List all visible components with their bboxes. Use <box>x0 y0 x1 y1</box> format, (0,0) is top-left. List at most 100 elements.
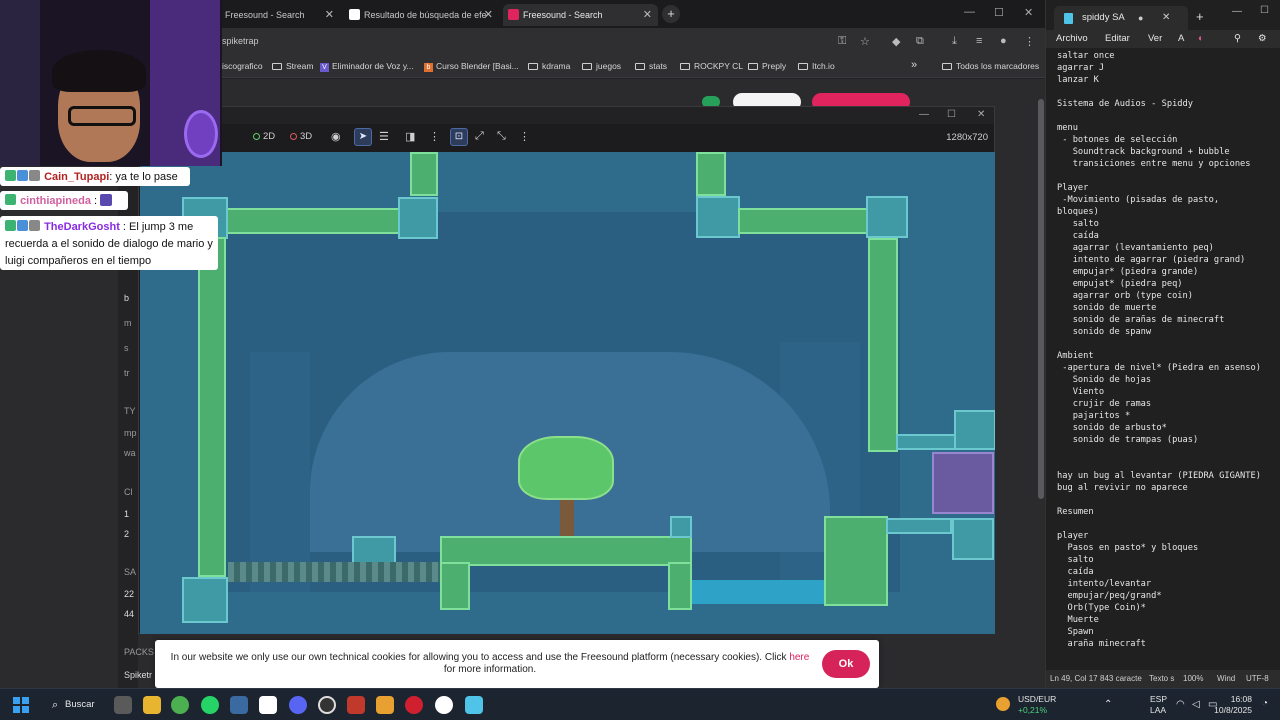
view-3d-button[interactable]: 3D <box>290 131 312 142</box>
maximize-icon[interactable]: ☐ <box>947 109 956 120</box>
menu-editar[interactable]: Editar <box>1105 33 1130 44</box>
new-tab-button[interactable]: + <box>662 5 680 23</box>
minimize-icon[interactable]: — <box>1232 6 1242 17</box>
chat-text: : ya te lo pase <box>109 171 178 183</box>
notepad-line: player <box>1057 531 1089 541</box>
menu-archivo[interactable]: Archivo <box>1056 33 1088 44</box>
expand-icon[interactable]: ⤢ <box>475 130 484 143</box>
media-icon[interactable]: ≡ <box>976 35 982 47</box>
page-scrollbar[interactable] <box>1037 79 1045 688</box>
chrome-icon[interactable] <box>171 696 189 714</box>
minimize-icon[interactable]: — <box>964 6 975 18</box>
download-icon[interactable]: ⤓ <box>952 35 957 48</box>
currency-widget[interactable]: USD/EUR +0,21% <box>1018 694 1056 716</box>
bookmark[interactable]: Stream <box>272 61 313 71</box>
list-icon[interactable]: ☰ <box>379 130 389 143</box>
key-icon[interactable]: ⚿ <box>838 35 846 48</box>
more-icon[interactable]: ⋮ <box>519 130 530 143</box>
bookmark[interactable]: Itch.io <box>798 61 835 71</box>
camera-icon[interactable]: ◨ <box>405 130 415 143</box>
maximize-icon[interactable]: ☐ <box>994 6 1004 19</box>
grass-block <box>668 562 692 610</box>
close-icon[interactable]: ✕ <box>977 109 985 120</box>
maximize-icon[interactable]: ☐ <box>1260 5 1269 16</box>
language-indicator[interactable]: ESP LAA <box>1150 694 1167 716</box>
font-icon[interactable]: A <box>1178 33 1184 44</box>
windows-start-icon[interactable] <box>13 697 29 713</box>
extension-icon[interactable]: ◆ <box>892 35 900 48</box>
bookmark[interactable]: iscografico <box>222 61 263 71</box>
voicemod-icon[interactable] <box>347 696 365 714</box>
more-icon[interactable]: ⋮ <box>429 130 440 143</box>
fullscreen-icon[interactable]: ⤡ <box>497 130 506 143</box>
bookmark[interactable]: stats <box>635 61 667 71</box>
close-icon[interactable]: ✕ <box>484 4 493 26</box>
taskbar-search[interactable]: ⌕ Buscar <box>48 695 108 715</box>
select-tool-icon[interactable]: ➤ <box>354 128 372 146</box>
close-icon[interactable]: ✕ <box>325 4 334 26</box>
file-explorer-icon[interactable] <box>143 696 161 714</box>
notification-icon[interactable]: ◔ <box>1262 698 1268 709</box>
fl-studio-icon[interactable] <box>376 696 394 714</box>
bookmark[interactable]: b Curso Blender [Basi... <box>424 61 519 72</box>
folder-icon <box>635 63 645 70</box>
browser-tab-1[interactable]: Freesound - Search ✕ <box>205 4 340 26</box>
url-field[interactable]: spiketrap <box>222 36 259 46</box>
taskbar: ⌕ Buscar USD/EUR +0,21% ⌃ ESP LAA ◠ ◁ ▭ 1… <box>0 688 1280 720</box>
task-view-icon[interactable] <box>114 696 132 714</box>
close-icon[interactable]: ✕ <box>1162 6 1170 30</box>
browser-tab-3[interactable]: Freesound - Search ✕ <box>503 4 658 26</box>
star-icon[interactable]: ☆ <box>860 35 870 48</box>
bookmark[interactable]: kdrama <box>528 61 570 71</box>
copilot-icon[interactable]: ◐ <box>1198 33 1204 44</box>
view-2d-button[interactable]: 2D <box>253 131 275 142</box>
tab-label: Freesound - Search <box>523 10 603 20</box>
minimize-icon[interactable]: — <box>919 109 929 120</box>
game-viewport[interactable] <box>140 152 995 634</box>
puzzle-icon[interactable]: ⧉ <box>916 35 924 48</box>
resolution-label: 1280x720 <box>946 132 988 143</box>
notepad-tab[interactable]: spiddy SA ● ✕ <box>1054 6 1188 30</box>
media-player-icon[interactable] <box>435 696 453 714</box>
notepad-icon <box>1064 13 1073 24</box>
clock[interactable]: 16:08 10/8/2025 <box>1214 694 1252 716</box>
new-tab-button[interactable]: + <box>1196 9 1204 24</box>
profile-icon[interactable]: ● <box>1000 35 1007 47</box>
grass-wall-left <box>198 237 226 577</box>
bookmark[interactable]: V Eliminador de Voz y... <box>320 61 414 72</box>
frame-tool-icon[interactable]: ⊡ <box>450 128 468 146</box>
browser-tab-2[interactable]: Resultado de búsqueda de efe ✕ <box>344 4 499 26</box>
close-icon[interactable]: ✕ <box>643 4 652 26</box>
all-bookmarks[interactable]: Todos los marcadores <box>942 61 1039 71</box>
cookie-link[interactable]: here <box>789 652 809 663</box>
settings-icon[interactable]: ⚙ <box>1258 33 1267 44</box>
stone-row <box>896 434 956 450</box>
discord-icon[interactable] <box>289 696 307 714</box>
notepad-taskbar-icon[interactable] <box>465 696 483 714</box>
side-text: wa <box>124 448 136 458</box>
notepad-line: Pasos en pasto* y bloques <box>1057 543 1199 553</box>
notion-icon[interactable] <box>259 696 277 714</box>
notepad-text-area[interactable]: saltar once agarrar J lanzar K Sistema de … <box>1057 50 1279 666</box>
chevron-up-icon[interactable]: ⌃ <box>1104 699 1112 710</box>
account-icon[interactable]: ⚲ <box>1234 33 1241 44</box>
openai-icon[interactable] <box>318 696 336 714</box>
stone-block <box>866 196 908 238</box>
bookmarks-overflow[interactable]: » <box>911 59 917 71</box>
cookie-ok-button[interactable]: Ok <box>822 650 870 678</box>
scrollbar-thumb[interactable] <box>1038 99 1044 499</box>
eye-icon[interactable]: ◉ <box>331 130 341 143</box>
bookmark[interactable]: juegos <box>582 61 621 71</box>
wifi-icon[interactable]: ◠ <box>1176 699 1185 710</box>
whatsapp-icon[interactable] <box>201 696 219 714</box>
currency-icon <box>996 697 1010 711</box>
bookmark[interactable]: Preply <box>748 61 786 71</box>
menu-ver[interactable]: Ver <box>1148 33 1162 44</box>
side-text: m <box>124 318 132 328</box>
obs-icon[interactable] <box>405 696 423 714</box>
close-window-icon[interactable]: ✕ <box>1024 6 1033 19</box>
bookmark[interactable]: ROCKPY CL <box>680 61 743 71</box>
menu-icon[interactable]: ⋮ <box>1024 35 1035 48</box>
volume-icon[interactable]: ◁ <box>1192 699 1200 710</box>
app-icon[interactable] <box>230 696 248 714</box>
